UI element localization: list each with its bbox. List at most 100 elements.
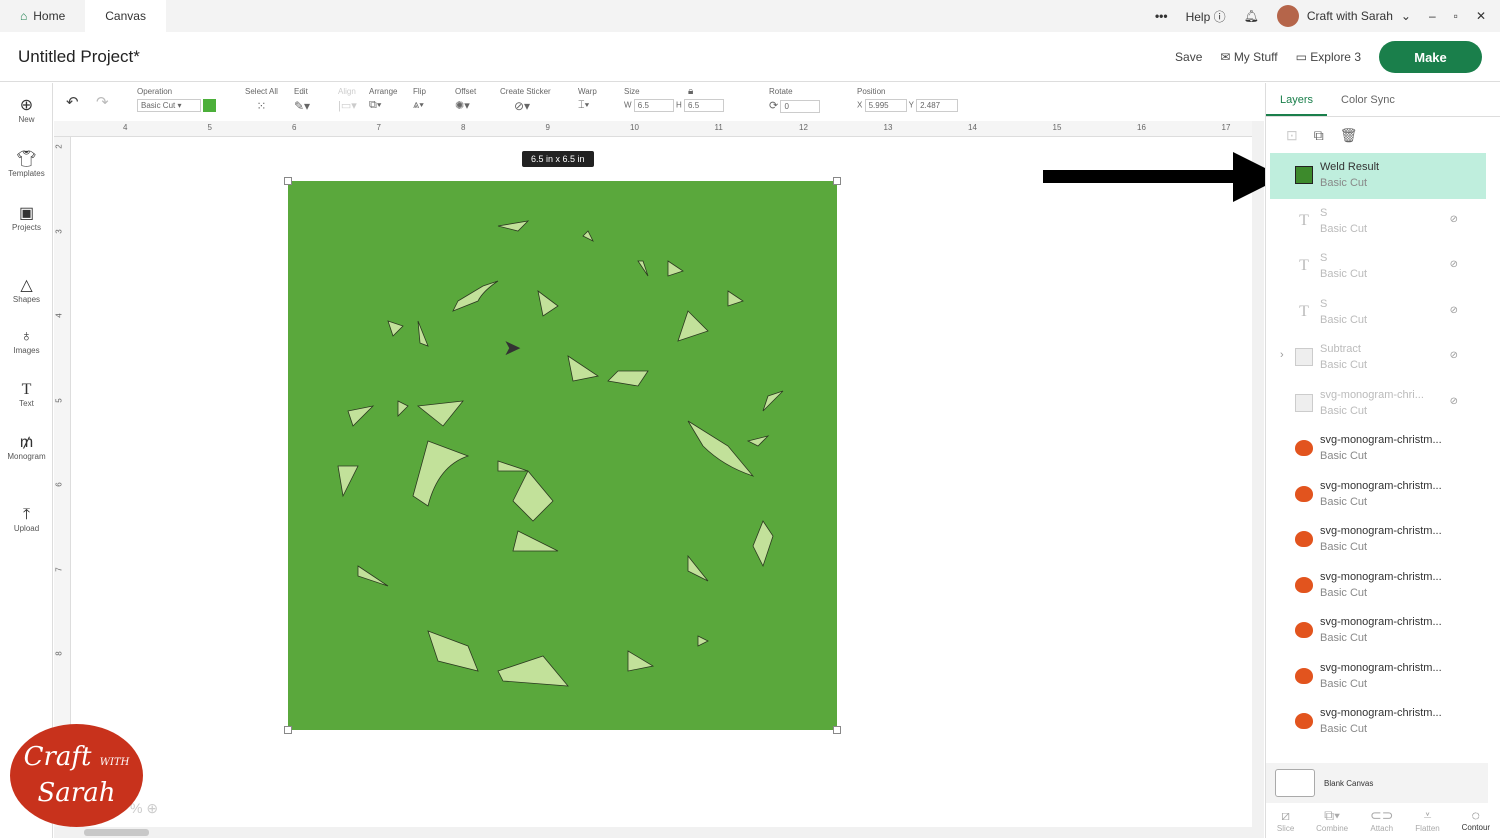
flatten-button[interactable]: ⩡ Flatten [1415, 807, 1439, 838]
nav-label: Templates [8, 169, 45, 178]
operation-color-swatch[interactable] [203, 99, 217, 112]
scroll-thumb[interactable] [84, 829, 149, 836]
nav-shapes[interactable]: △ Shapes [0, 275, 53, 304]
eye-hidden-icon[interactable]: ⊘ [1450, 350, 1458, 361]
slice-button[interactable]: ⧄ Slice [1277, 807, 1294, 838]
offset-label: Offset [455, 87, 477, 96]
explore-button[interactable]: ▭ Explore 3 [1296, 50, 1361, 64]
text-icon: T [21, 381, 32, 398]
machine-icon: ▭ [1295, 50, 1307, 64]
layer-item[interactable]: T S Basic Cut ⊘ [1270, 244, 1486, 290]
layer-item[interactable]: svg-monogram-christm... Basic Cut [1270, 426, 1486, 472]
tab-color-sync[interactable]: Color Sync [1327, 83, 1409, 116]
maximize-button[interactable]: ▫ [1454, 9, 1458, 23]
layer-item[interactable]: svg-monogram-christm... Basic Cut [1270, 699, 1486, 745]
shapes-icon: △ [20, 277, 33, 294]
ruler-tick-label: 6 [292, 123, 297, 132]
layer-item[interactable]: › Subtract Basic Cut ⊘ [1270, 335, 1486, 381]
group-icon[interactable]: ⊡ [1286, 127, 1298, 143]
ruler-tick-label: 4 [54, 313, 64, 318]
vertical-scrollbar[interactable] [1252, 121, 1264, 838]
layer-item[interactable]: svg-monogram-christm... Basic Cut [1270, 517, 1486, 563]
nav-monogram[interactable]: ₥ Monogram [0, 434, 53, 461]
left-nav: ⊕ New 👕︎ Templates ▣ Projects △ Shapes ♁ Imag… [0, 83, 53, 838]
account-menu[interactable]: Craft with Sarah ⌄ [1276, 5, 1411, 27]
nav-upload[interactable]: ⤒ Upload [0, 506, 53, 533]
pencil-icon[interactable]: ✎▾ [294, 99, 310, 113]
layer-item[interactable]: svg-monogram-christm... Basic Cut [1270, 472, 1486, 518]
align-icon[interactable]: |▭▾ [338, 100, 357, 112]
close-button[interactable]: ✕ [1476, 9, 1486, 23]
select-all-icon[interactable]: ⁙ [256, 99, 266, 113]
ruler-tick-label: 8 [54, 651, 64, 656]
resize-handle[interactable] [833, 177, 841, 185]
eye-hidden-icon[interactable]: ⊘ [1450, 396, 1458, 407]
lock-icon[interactable]: 🔒︎ [688, 86, 693, 97]
eye-hidden-icon[interactable]: ⊘ [1450, 305, 1458, 316]
zoom-in-icon[interactable]: ⊕ [146, 800, 158, 816]
resize-handle[interactable] [833, 726, 841, 734]
tab-label: Home [33, 9, 66, 23]
y-input[interactable]: 2.487 [916, 99, 959, 112]
rotate-input[interactable]: 0 [780, 100, 821, 114]
layer-item[interactable]: Weld Result Basic Cut [1270, 153, 1486, 199]
tab-layers[interactable]: Layers [1266, 83, 1328, 116]
layer-operation: Basic Cut [1320, 450, 1368, 462]
arrange-icon[interactable]: ⧉▾ [369, 99, 381, 111]
nav-templates[interactable]: 👕︎ Templates [0, 149, 53, 178]
weld-result-design[interactable] [288, 181, 837, 730]
resize-handle[interactable] [284, 177, 292, 185]
layer-item[interactable]: svg-monogram-christm... Basic Cut [1270, 563, 1486, 609]
make-button[interactable]: Make [1379, 41, 1482, 73]
duplicate-icon[interactable]: ⧉ [1314, 127, 1324, 143]
layer-item[interactable]: svg-monogram-chri... Basic Cut ⊘ [1270, 381, 1486, 427]
help-button[interactable]: Help ⓘ [1186, 8, 1226, 25]
tab-home[interactable]: ⌂ Home [0, 0, 85, 32]
save-button[interactable]: Save [1175, 50, 1202, 64]
contour-button[interactable]: ◌ Contour [1462, 807, 1490, 838]
chevron-right-icon[interactable]: › [1280, 349, 1284, 361]
undo-icon[interactable]: ↶ [66, 93, 79, 111]
horizontal-scrollbar[interactable] [54, 827, 1252, 838]
warp-icon[interactable]: ⌶▾ [578, 99, 589, 111]
trash-icon[interactable]: 🗑︎ [1340, 127, 1358, 143]
layer-item[interactable]: svg-monogram-christm... Basic Cut [1270, 608, 1486, 654]
nav-text[interactable]: T Text [0, 381, 53, 408]
offset-icon[interactable]: ✺▾ [455, 100, 470, 112]
combine-button[interactable]: ⧉▾ Combine [1316, 807, 1348, 838]
eye-hidden-icon[interactable]: ⊘ [1450, 214, 1458, 225]
nav-label: Projects [12, 223, 41, 232]
layer-item[interactable]: T S Basic Cut ⊘ [1270, 290, 1486, 336]
resize-handle[interactable] [284, 726, 292, 734]
my-stuff-button[interactable]: ✉ My Stuff [1220, 50, 1277, 64]
height-input[interactable]: 6.5 [684, 99, 725, 112]
rotate-value: 0 [784, 102, 789, 112]
rotate-icon: ⟳ [769, 100, 779, 112]
blank-canvas-layer[interactable]: Blank Canvas [1266, 763, 1488, 803]
attach-button[interactable]: ⊂⊃ Attach [1370, 807, 1393, 838]
tab-canvas[interactable]: Canvas [85, 0, 166, 32]
flip-icon[interactable]: ⩓▾ [413, 99, 424, 111]
ruler-tick-label: 15 [1052, 123, 1062, 132]
bell-icon[interactable]: 🔔︎ [1244, 9, 1259, 23]
shirt-icon: 👕︎ [16, 151, 37, 168]
ruler-tick-label: 10 [630, 123, 639, 132]
nav-images[interactable]: ♁ Images [0, 328, 53, 355]
more-icon[interactable]: ••• [1155, 9, 1168, 23]
redo-icon[interactable]: ↷ [96, 93, 109, 111]
ruler-tick-label: 2 [54, 144, 64, 149]
layer-item[interactable]: svg-monogram-christm... Basic Cut [1270, 654, 1486, 700]
minimize-button[interactable]: – [1429, 9, 1436, 23]
x-input[interactable]: 5.995 [864, 99, 907, 112]
layer-item[interactable]: T S Basic Cut ⊘ [1270, 199, 1486, 245]
width-label: W [624, 100, 632, 110]
slice-icon: ⧄ [1281, 807, 1291, 823]
sticker-icon[interactable]: ⊘▾ [514, 99, 530, 113]
nav-new[interactable]: ⊕ New [0, 95, 53, 124]
operation-select[interactable]: Basic Cut ▾ [137, 99, 201, 112]
width-input[interactable]: 6.5 [633, 99, 674, 112]
mouse-cursor-icon: ➤ [503, 335, 522, 360]
nav-projects[interactable]: ▣ Projects [0, 203, 53, 232]
layer-name: S [1320, 252, 1328, 264]
eye-hidden-icon[interactable]: ⊘ [1450, 259, 1458, 270]
